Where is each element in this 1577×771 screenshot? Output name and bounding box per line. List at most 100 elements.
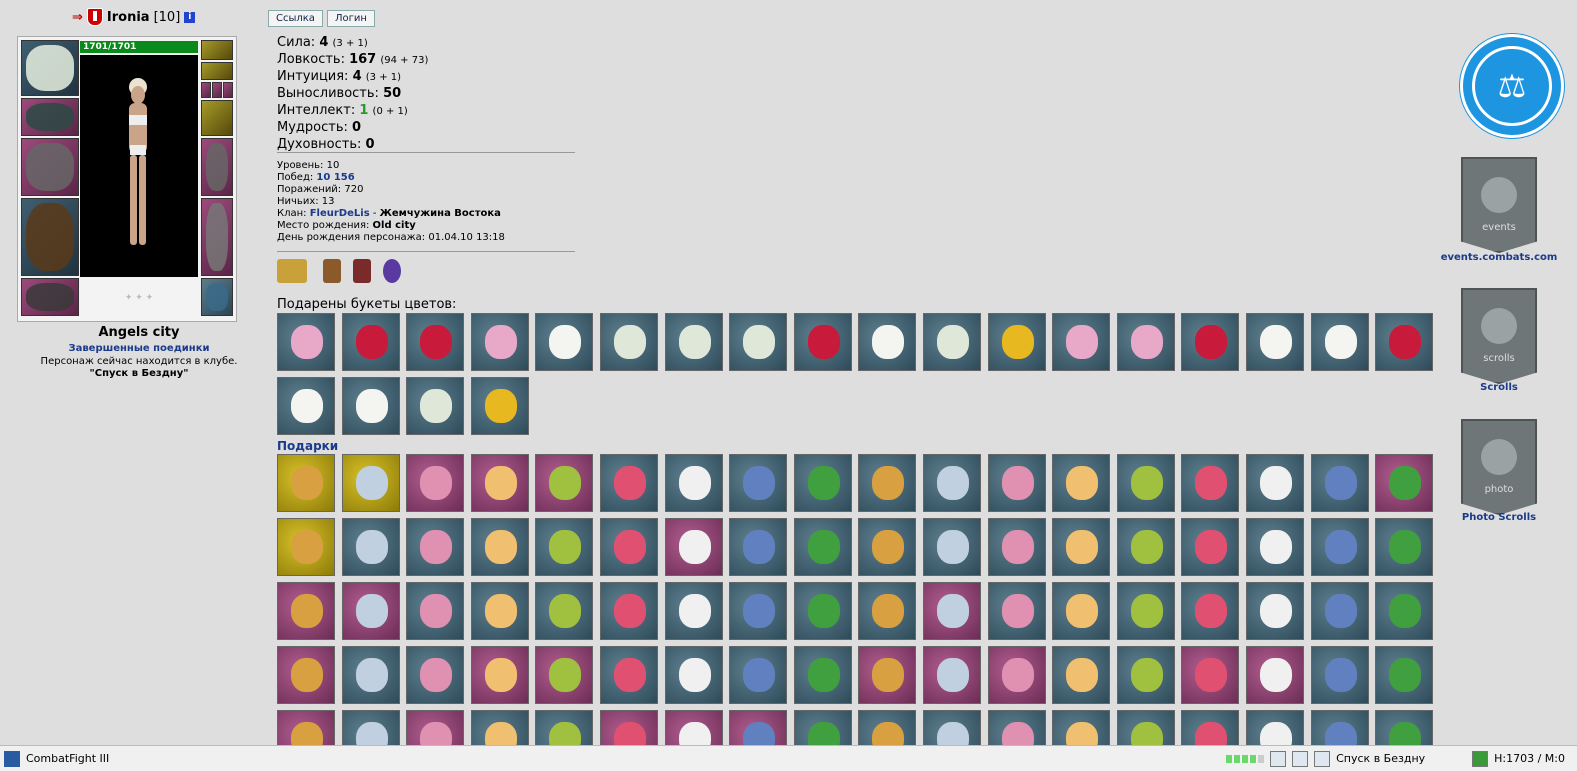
gloves-slot[interactable] (201, 100, 233, 136)
gifts-title[interactable]: Подарки (277, 439, 338, 453)
gift-item[interactable] (406, 582, 465, 640)
flower-bouquet-yellow[interactable] (470, 377, 529, 435)
gift-item[interactable] (987, 518, 1046, 576)
gift-item[interactable] (1375, 454, 1434, 512)
gift-item[interactable] (277, 454, 335, 512)
boots-slot[interactable] (201, 278, 233, 316)
gift-item[interactable] (470, 454, 529, 512)
gift-item[interactable] (1116, 454, 1175, 512)
link-button[interactable]: Ссылка (268, 10, 323, 27)
window-icon[interactable] (1292, 750, 1309, 767)
flower-bouquet-white[interactable] (406, 377, 465, 435)
gift-item[interactable] (1181, 454, 1240, 512)
flower-bouquet-yellow[interactable] (987, 313, 1046, 371)
gift-item[interactable] (341, 646, 400, 704)
gift-item[interactable] (1181, 646, 1240, 704)
wins-link[interactable]: 10 156 (316, 172, 354, 183)
amulet-slot[interactable] (201, 62, 233, 80)
ring2-slot[interactable] (212, 82, 222, 98)
gift-item[interactable] (664, 454, 723, 512)
gift-item[interactable] (535, 582, 594, 640)
flower-bouquet-pink[interactable] (1116, 313, 1175, 371)
belt-slot[interactable] (21, 278, 79, 316)
gift-item[interactable] (470, 518, 529, 576)
gift-item[interactable] (858, 646, 917, 704)
earring-slot[interactable] (201, 40, 233, 60)
gift-item[interactable] (599, 582, 658, 640)
weapon-right-slot[interactable] (201, 138, 233, 196)
flower-bouquet-red[interactable] (406, 313, 465, 371)
gift-item[interactable] (1052, 454, 1111, 512)
gift-item[interactable] (406, 646, 465, 704)
gift-item[interactable] (729, 646, 788, 704)
gift-item[interactable] (535, 454, 594, 512)
gift-item[interactable] (1310, 582, 1369, 640)
flower-bouquet-daisy[interactable] (341, 377, 400, 435)
gift-item[interactable] (277, 518, 335, 576)
gift-item[interactable] (729, 582, 788, 640)
gift-item[interactable] (858, 582, 917, 640)
gift-item[interactable] (1052, 582, 1111, 640)
events-banner[interactable]: events (1461, 157, 1537, 253)
gift-item[interactable] (341, 582, 400, 640)
gift-item[interactable] (406, 454, 465, 512)
leggings-slot[interactable] (201, 198, 233, 276)
flower-bouquet-daisy[interactable] (1245, 313, 1304, 371)
gift-item[interactable] (987, 646, 1046, 704)
flower-bouquet-pink[interactable] (470, 313, 529, 371)
gift-item[interactable] (470, 646, 529, 704)
gift-item[interactable] (470, 582, 529, 640)
flower-bouquet-red[interactable] (793, 313, 852, 371)
gift-item[interactable] (729, 454, 788, 512)
shield-badge-icon[interactable] (323, 259, 341, 283)
gift-item[interactable] (1052, 646, 1111, 704)
gift-item[interactable] (1375, 582, 1434, 640)
flower-bouquet-red[interactable] (341, 313, 400, 371)
gift-item[interactable] (793, 454, 852, 512)
clock-icon[interactable] (1270, 750, 1287, 767)
gift-item[interactable] (406, 518, 465, 576)
flower-bouquet-white[interactable] (729, 313, 788, 371)
flower-bouquet-red[interactable] (1375, 313, 1434, 371)
gift-item[interactable] (1310, 518, 1369, 576)
gift-item[interactable] (922, 646, 981, 704)
gift-item[interactable] (1245, 646, 1304, 704)
flower-bouquet-red[interactable] (1181, 313, 1240, 371)
scales-button[interactable]: ⚖ (1460, 34, 1564, 138)
flower-bouquet-pink[interactable] (1052, 313, 1111, 371)
gift-item[interactable] (341, 518, 400, 576)
gift-item[interactable] (793, 646, 852, 704)
doc-icon[interactable] (1314, 750, 1331, 767)
gift-item[interactable] (599, 646, 658, 704)
gift-item[interactable] (1245, 454, 1304, 512)
helmet-slot[interactable] (21, 40, 79, 96)
flower-bouquet-white[interactable] (599, 313, 658, 371)
bracers-slot[interactable] (21, 98, 79, 136)
flower-bouquet-daisy[interactable] (277, 377, 335, 435)
finished-fights-link[interactable]: Завершенные поединки (0, 343, 278, 354)
gift-item[interactable] (858, 518, 917, 576)
flower-bouquet-pink[interactable] (277, 313, 335, 371)
gift-item[interactable] (987, 582, 1046, 640)
gift-item[interactable] (664, 582, 723, 640)
gift-item[interactable] (793, 518, 852, 576)
photo-scrolls-link[interactable]: Photo Scrolls (1438, 512, 1560, 523)
gift-item[interactable] (277, 582, 335, 640)
gift-item[interactable] (535, 646, 594, 704)
flower-bouquet-white[interactable] (664, 313, 723, 371)
rings-badge-icon[interactable] (277, 259, 307, 283)
photo-banner[interactable]: photo (1461, 419, 1537, 515)
gift-item[interactable] (1375, 518, 1434, 576)
gift-item[interactable] (1116, 518, 1175, 576)
gift-item[interactable] (922, 454, 981, 512)
weapon-left-slot[interactable] (21, 138, 79, 196)
flower-bouquet-daisy[interactable] (535, 313, 594, 371)
gift-item[interactable] (664, 646, 723, 704)
gift-item[interactable] (987, 454, 1046, 512)
crest-badge-icon[interactable] (353, 259, 371, 283)
gift-item[interactable] (922, 518, 981, 576)
orb-badge-icon[interactable] (383, 259, 401, 283)
app-icon[interactable] (4, 750, 20, 767)
scrolls-link[interactable]: Scrolls (1438, 382, 1560, 393)
gift-item[interactable] (599, 454, 658, 512)
